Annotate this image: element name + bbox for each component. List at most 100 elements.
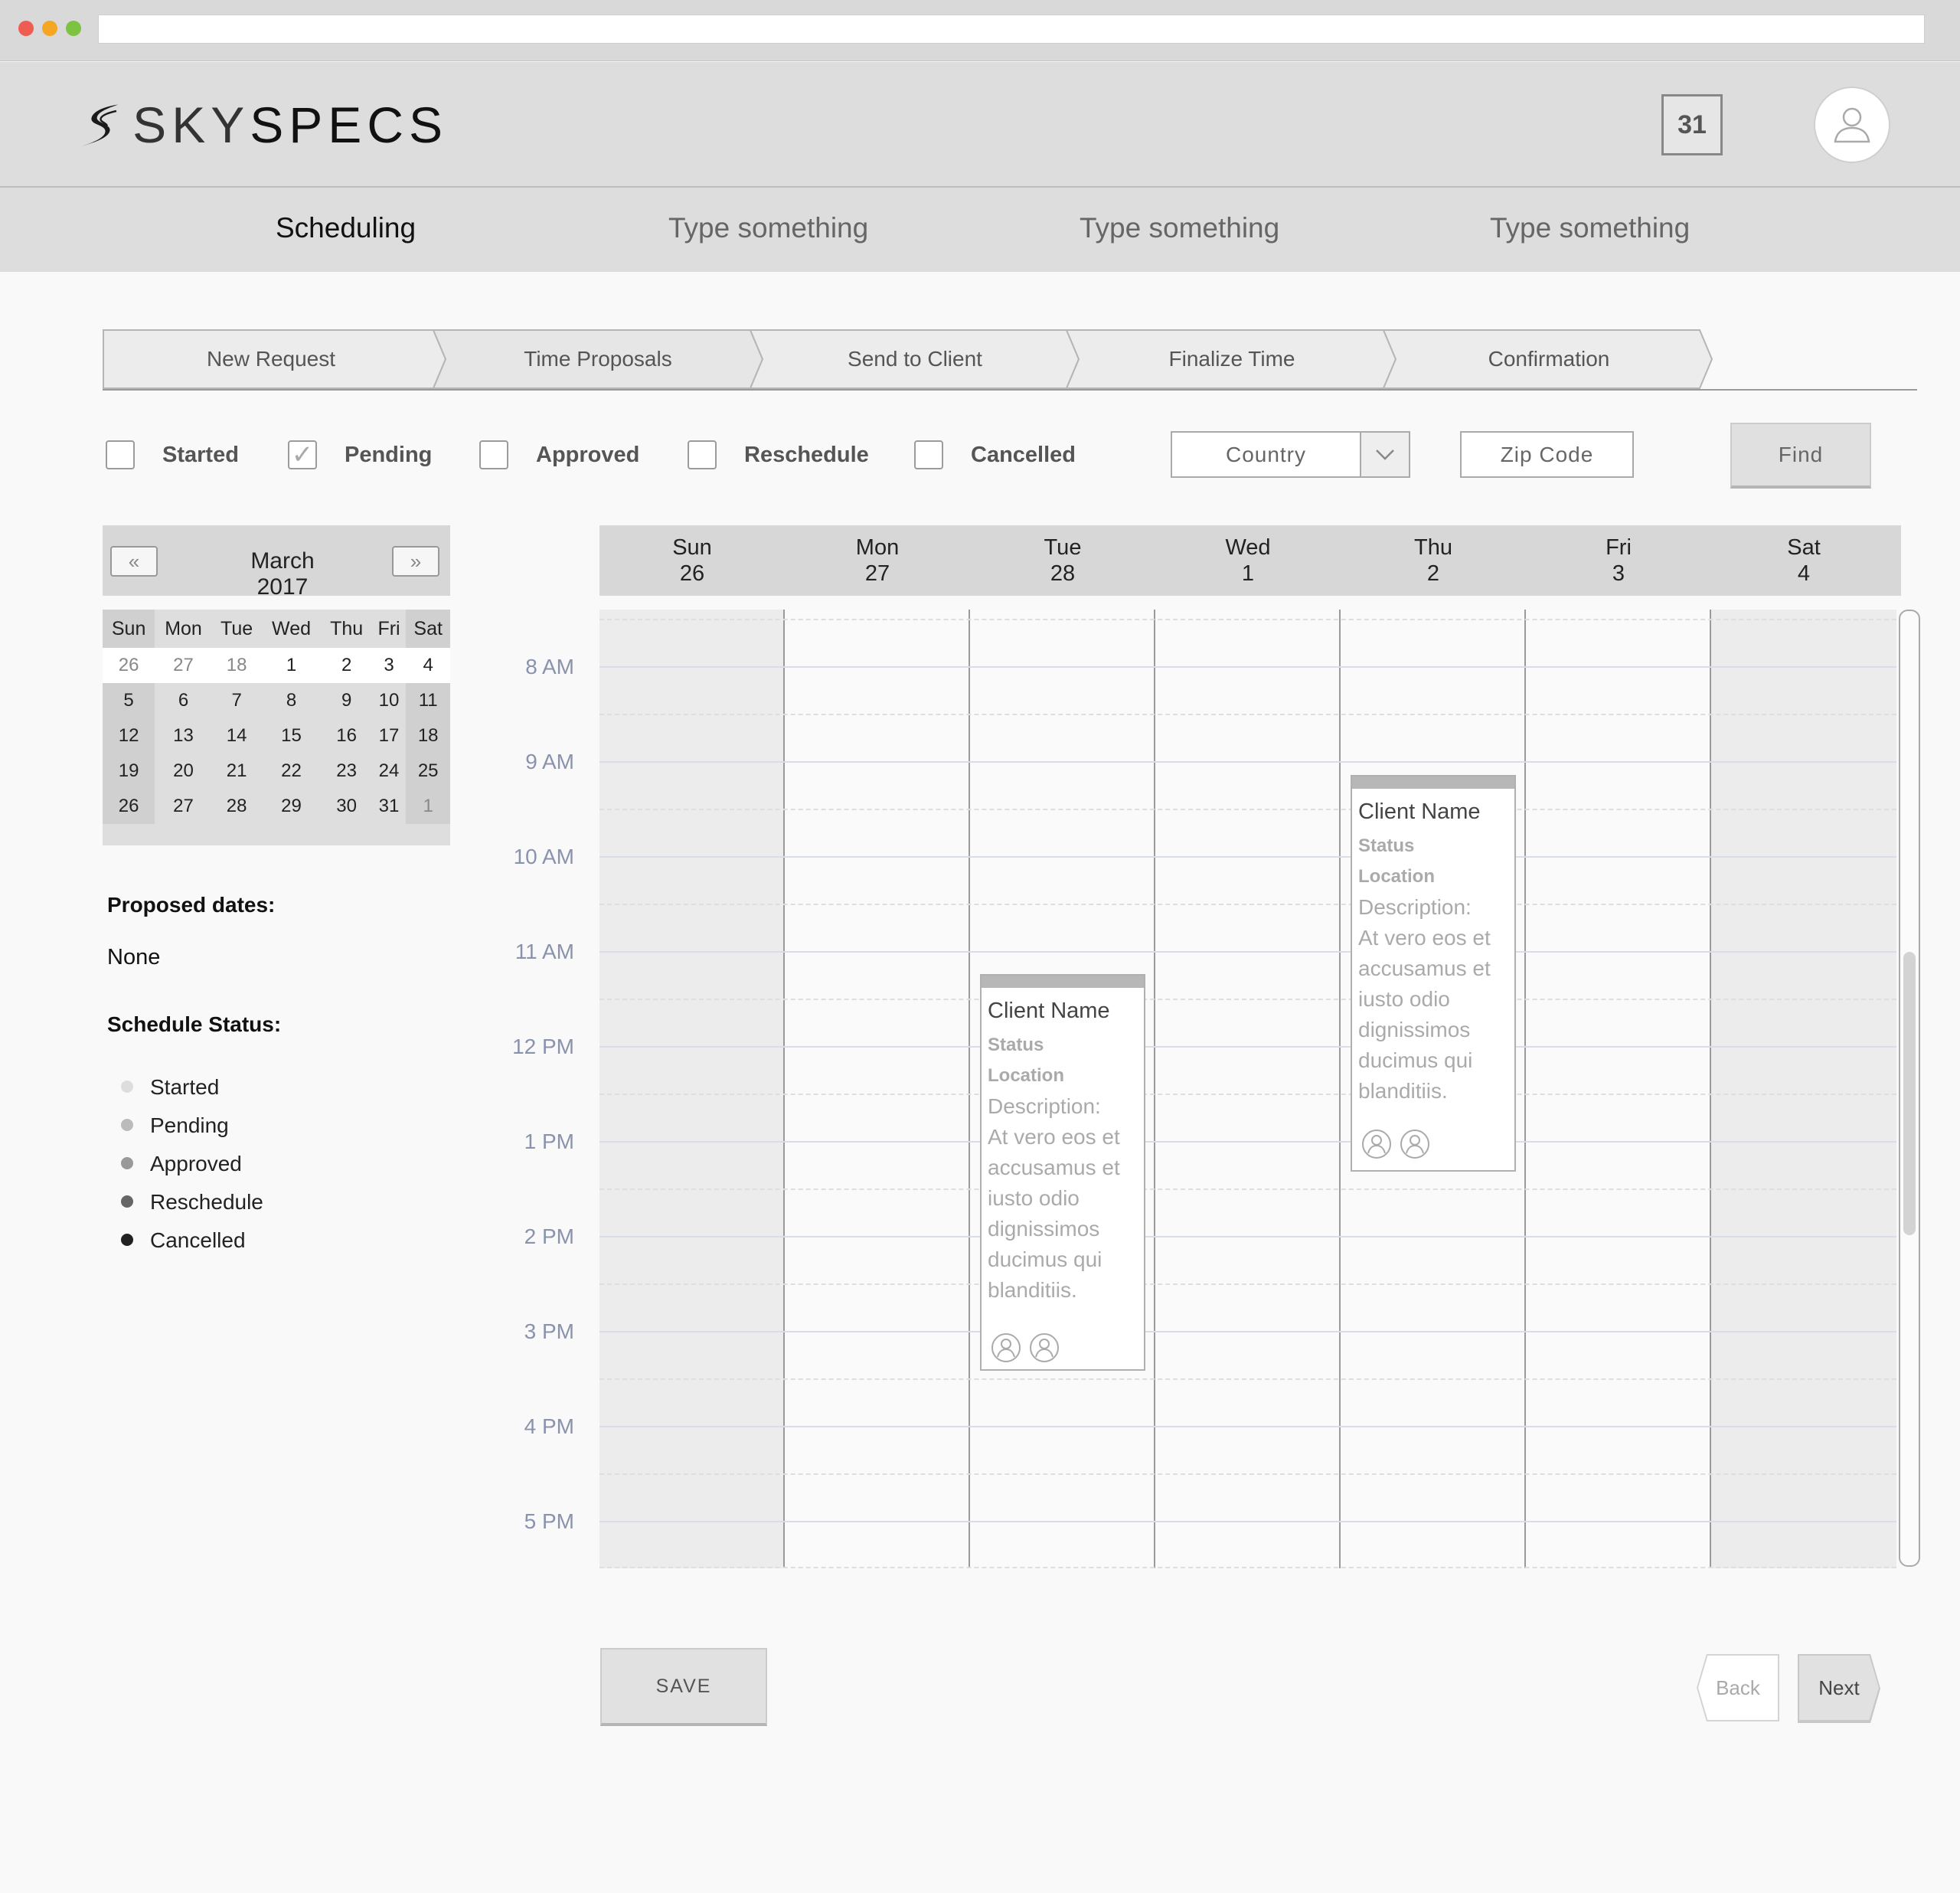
mini-calendar-day[interactable]: 3: [371, 648, 407, 683]
mini-calendar-day[interactable]: 9: [322, 683, 372, 718]
person-icon[interactable]: [991, 1332, 1021, 1363]
mini-calendar-day[interactable]: 1: [406, 789, 450, 824]
day-column-sat[interactable]: [1711, 610, 1896, 1568]
step-finalize-time[interactable]: Finalize Time: [1073, 329, 1390, 389]
chevron-down-icon[interactable]: [1360, 433, 1409, 476]
mini-calendar-day[interactable]: 27: [155, 789, 212, 824]
week-day-sat[interactable]: Sat 4: [1711, 535, 1896, 587]
step-confirmation[interactable]: Confirmation: [1390, 329, 1707, 389]
mini-calendar-day[interactable]: 18: [211, 648, 262, 683]
legend-label: Reschedule: [150, 1190, 263, 1214]
find-button[interactable]: Find: [1730, 423, 1871, 489]
week-day-name: Thu: [1414, 535, 1452, 560]
mini-calendar-day[interactable]: 24: [372, 754, 407, 789]
country-select[interactable]: Country: [1171, 431, 1410, 478]
mini-calendar-day[interactable]: 10: [372, 683, 407, 718]
mini-calendar-day[interactable]: 16: [322, 718, 372, 754]
mini-calendar-day[interactable]: 1: [261, 648, 322, 683]
legend-label: Started: [150, 1075, 220, 1099]
mini-calendar-day[interactable]: 27: [155, 648, 212, 683]
time-label: 4 PM: [524, 1414, 574, 1438]
week-day-date: 27: [864, 561, 890, 586]
mini-calendar-day[interactable]: 31: [372, 789, 407, 824]
mini-calendar-weekday: Fri: [377, 617, 400, 639]
calendar-icon-day: 31: [1677, 110, 1707, 139]
mini-calendar-day[interactable]: 26: [103, 648, 155, 683]
double-chevron-left-icon[interactable]: «: [110, 546, 158, 577]
person-icon[interactable]: [1361, 1129, 1392, 1159]
save-button[interactable]: SAVE: [600, 1648, 767, 1726]
half-hour-line: [599, 1378, 1896, 1380]
mini-calendar-day[interactable]: 28: [212, 789, 262, 824]
calendar-scrollbar[interactable]: [1899, 610, 1920, 1567]
week-day-mon[interactable]: Mon 27: [785, 535, 970, 587]
mini-calendar-day[interactable]: 2: [321, 648, 372, 683]
next-button[interactable]: Next: [1799, 1656, 1879, 1720]
day-column-mon[interactable]: [785, 610, 970, 1568]
cancelled-checkbox[interactable]: [914, 440, 943, 469]
mini-calendar-day[interactable]: 17: [372, 718, 407, 754]
mini-calendar-day[interactable]: 18: [406, 718, 450, 754]
event-status: Status: [1358, 835, 1415, 856]
week-grid[interactable]: Client Name Status Location Description:…: [599, 610, 1896, 1568]
week-day-tue[interactable]: Tue 28: [970, 535, 1155, 587]
week-day-sun[interactable]: Sun 26: [599, 535, 785, 587]
mini-calendar-day[interactable]: 29: [261, 789, 321, 824]
day-column-fri[interactable]: [1526, 610, 1711, 1568]
day-column-wed[interactable]: [1155, 610, 1341, 1568]
person-icon[interactable]: [1400, 1129, 1430, 1159]
mini-calendar-day[interactable]: 5: [103, 683, 155, 718]
mini-calendar-day[interactable]: 21: [212, 754, 262, 789]
step-send-to-client[interactable]: Send to Client: [756, 329, 1073, 389]
reschedule-checkbox[interactable]: [688, 440, 717, 469]
zip-code-input[interactable]: Zip Code: [1460, 431, 1634, 478]
mini-calendar-day[interactable]: 8: [261, 683, 321, 718]
back-button[interactable]: Back: [1698, 1656, 1778, 1720]
step-new-request[interactable]: New Request: [103, 329, 439, 389]
mini-calendar-day[interactable]: 23: [322, 754, 372, 789]
mini-calendar-day[interactable]: 26: [103, 789, 155, 824]
event-card[interactable]: Client Name Status Location Description:…: [1351, 775, 1516, 1172]
mini-calendar: Sun Mon Tue Wed Thu Fri Sat 26 27 18 1 2…: [103, 610, 450, 845]
event-location: Location: [1358, 866, 1435, 887]
week-day-fri[interactable]: Fri 3: [1526, 535, 1711, 587]
step-time-proposals[interactable]: Time Proposals: [439, 329, 756, 389]
mini-calendar-day[interactable]: 25: [406, 754, 450, 789]
double-chevron-right-icon[interactable]: »: [392, 546, 439, 577]
user-avatar-icon[interactable]: [1814, 87, 1890, 163]
mini-calendar-day[interactable]: 30: [322, 789, 372, 824]
mini-calendar-day[interactable]: 4: [406, 648, 450, 683]
browser-chrome: [0, 0, 1960, 61]
maximize-window-icon[interactable]: [66, 21, 81, 36]
calendar-icon[interactable]: 31: [1661, 94, 1723, 155]
mini-calendar-day[interactable]: 20: [155, 754, 212, 789]
started-checkbox[interactable]: [106, 440, 135, 469]
day-column-sun[interactable]: [599, 610, 785, 1568]
week-day-thu[interactable]: Thu 2: [1341, 535, 1526, 587]
hour-line: [599, 1521, 1896, 1522]
tab-type-something-2[interactable]: Type something: [1080, 212, 1279, 244]
mini-calendar-day[interactable]: 14: [212, 718, 262, 754]
mini-calendar-day[interactable]: 22: [261, 754, 321, 789]
mini-calendar-day[interactable]: 6: [155, 683, 212, 718]
mini-calendar-day[interactable]: 13: [155, 718, 212, 754]
mini-calendar-day[interactable]: 19: [103, 754, 155, 789]
tab-type-something-1[interactable]: Type something: [668, 212, 868, 244]
address-bar[interactable]: [98, 15, 1925, 44]
week-day-wed[interactable]: Wed 1: [1155, 535, 1341, 587]
scrollbar-thumb[interactable]: [1903, 952, 1916, 1235]
minimize-window-icon[interactable]: [42, 21, 57, 36]
skyspecs-logo[interactable]: SKYSPECS: [80, 87, 448, 163]
mini-calendar-day[interactable]: 15: [261, 718, 321, 754]
mini-calendar-day[interactable]: 11: [406, 683, 450, 718]
event-card[interactable]: Client Name Status Location Description:…: [980, 974, 1145, 1371]
approved-checkbox[interactable]: [479, 440, 508, 469]
tab-type-something-3[interactable]: Type something: [1490, 212, 1690, 244]
close-window-icon[interactable]: [18, 21, 34, 36]
mini-calendar-day[interactable]: 7: [212, 683, 262, 718]
tab-scheduling[interactable]: Scheduling: [276, 212, 416, 244]
mini-calendar-day[interactable]: 12: [103, 718, 155, 754]
person-icon[interactable]: [1029, 1332, 1060, 1363]
pending-checkbox[interactable]: ✓: [288, 440, 317, 469]
proposed-dates-heading: Proposed dates:: [107, 893, 276, 917]
